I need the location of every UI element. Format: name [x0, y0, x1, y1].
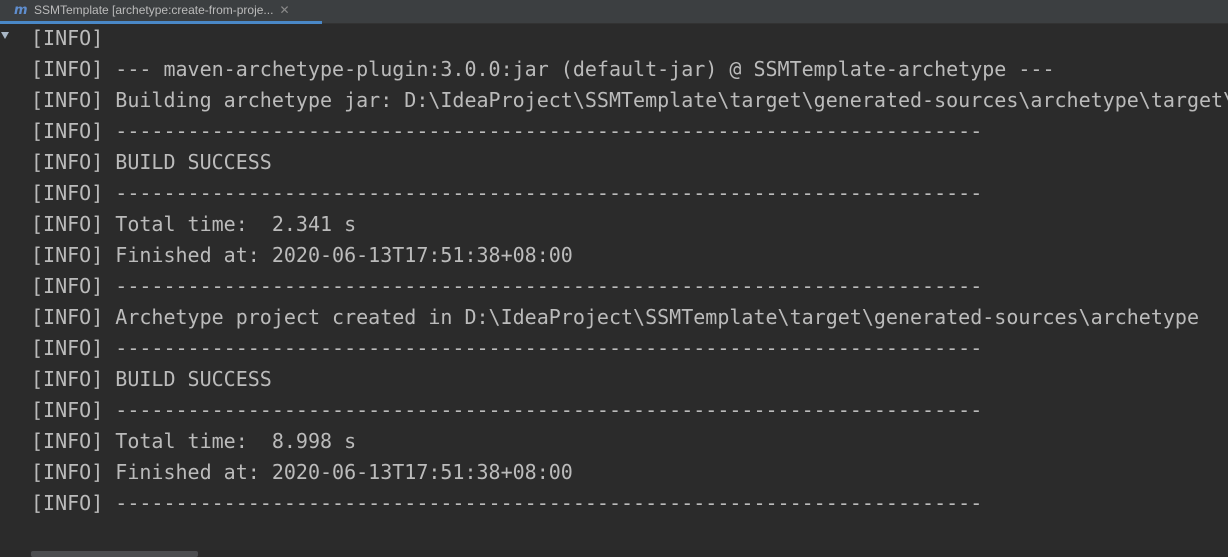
console-line: [INFO] ---------------------------------…	[31, 336, 983, 360]
console-line: [INFO] ---------------------------------…	[31, 181, 983, 205]
console-line: [INFO]	[31, 26, 104, 50]
run-console-window: m SSMTemplate [archetype:create-from-pro…	[0, 0, 1228, 557]
run-tab-bar: m SSMTemplate [archetype:create-from-pro…	[0, 0, 1228, 24]
run-tab-label: SSMTemplate [archetype:create-from-proje…	[34, 3, 274, 17]
console-line: [INFO] Total time: 2.341 s	[31, 212, 357, 236]
console-line: [INFO] ---------------------------------…	[31, 274, 983, 298]
scroll-down-arrow-icon[interactable]	[1, 32, 9, 39]
console-line: [INFO] BUILD SUCCESS	[31, 150, 272, 174]
maven-icon: m	[14, 3, 28, 18]
console-line: [INFO] Finished at: 2020-06-13T17:51:38+…	[31, 460, 573, 484]
console-line: [INFO] ---------------------------------…	[31, 398, 983, 422]
console-output[interactable]: [INFO] [INFO] --- maven-archetype-plugin…	[31, 24, 1228, 544]
console-line: [INFO] Total time: 8.998 s	[31, 429, 357, 453]
console-line: [INFO] BUILD SUCCESS	[31, 367, 272, 391]
horizontal-scrollbar[interactable]	[31, 551, 198, 557]
console-line: [INFO] Finished at: 2020-06-13T17:51:38+…	[31, 243, 573, 267]
console-line: [INFO] Building archetype jar: D:\IdeaPr…	[31, 88, 1228, 112]
close-icon[interactable]: ✕	[279, 0, 289, 21]
console-line: [INFO] ---------------------------------…	[31, 491, 983, 515]
console-line: [INFO] Archetype project created in D:\I…	[31, 305, 1199, 329]
console-line: [INFO] --- maven-archetype-plugin:3.0.0:…	[31, 57, 1055, 81]
console-line: [INFO] ---------------------------------…	[31, 119, 983, 143]
console-gutter	[0, 24, 14, 557]
run-tab[interactable]: m SSMTemplate [archetype:create-from-pro…	[0, 0, 322, 24]
